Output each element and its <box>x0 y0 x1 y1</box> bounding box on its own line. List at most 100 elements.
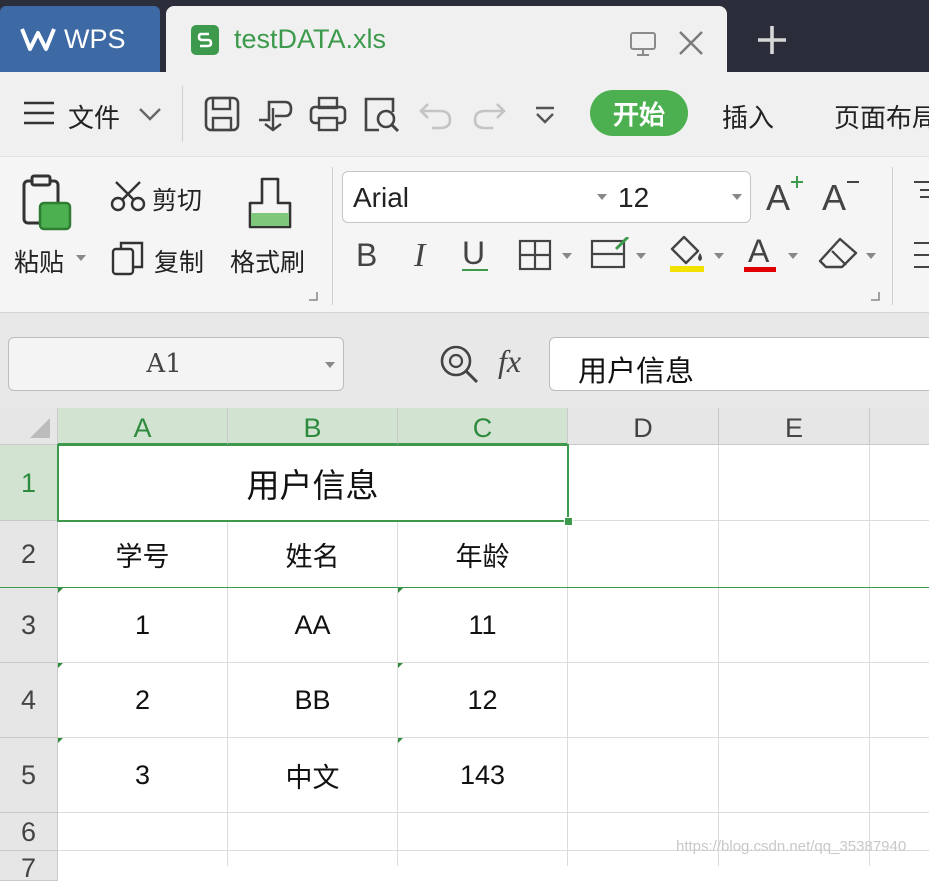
paste-dropdown-caret[interactable] <box>76 255 86 261</box>
cell-a2[interactable]: 学号 <box>58 521 228 588</box>
format-painter-icon[interactable] <box>244 175 296 231</box>
cell-d3[interactable] <box>568 588 719 663</box>
cell-e1[interactable] <box>719 445 870 521</box>
error-indicator[interactable] <box>398 738 403 743</box>
formula-input[interactable]: 用户信息 <box>549 337 929 391</box>
tab-start[interactable]: 开始 <box>590 90 688 136</box>
clipboard-launcher-icon[interactable] <box>308 291 318 301</box>
cell-c3[interactable]: 11 <box>398 588 568 663</box>
decrease-font-size-button[interactable]: A <box>822 175 862 219</box>
output-to-pdf-icon[interactable] <box>255 94 295 134</box>
error-indicator[interactable] <box>398 663 403 668</box>
merge-cells-caret[interactable] <box>636 253 646 259</box>
cell-e3[interactable] <box>719 588 870 663</box>
error-indicator[interactable] <box>58 663 63 668</box>
paste-label[interactable]: 粘贴 <box>14 243 64 279</box>
cell-d4[interactable] <box>568 663 719 738</box>
row-header-1[interactable]: 1 <box>0 445 58 521</box>
row-header-7[interactable]: 7 <box>0 851 58 883</box>
cut-label[interactable]: 剪切 <box>152 181 202 217</box>
cell-a6[interactable] <box>58 813 228 851</box>
align-top-icon[interactable] <box>912 179 929 203</box>
select-all-corner[interactable] <box>0 408 58 445</box>
column-header-c[interactable]: C <box>398 408 568 445</box>
copy-label[interactable]: 复制 <box>154 243 204 279</box>
font-size-select[interactable]: 12 <box>614 171 751 223</box>
error-indicator[interactable] <box>398 588 403 593</box>
copy-icon[interactable] <box>110 239 146 277</box>
cell-b3[interactable]: AA <box>228 588 398 663</box>
borders-caret[interactable] <box>562 253 572 259</box>
format-painter-label[interactable]: 格式刷 <box>230 243 305 279</box>
paste-icon[interactable] <box>18 173 76 233</box>
cell-a7[interactable] <box>58 851 228 866</box>
clear-format-caret[interactable] <box>866 253 876 259</box>
row-header-3[interactable]: 3 <box>0 588 58 663</box>
cell-f4[interactable] <box>870 663 929 738</box>
cell-b7[interactable] <box>228 851 398 866</box>
row-header-2[interactable]: 2 <box>0 521 58 588</box>
fill-color-caret[interactable] <box>714 253 724 259</box>
undo-icon[interactable] <box>416 94 456 134</box>
close-tab-icon[interactable] <box>676 28 706 58</box>
column-header-f[interactable] <box>870 408 929 445</box>
window-mode-icon[interactable] <box>628 30 658 58</box>
align-left-icon[interactable] <box>912 239 929 271</box>
clear-format-eraser-icon[interactable] <box>818 237 860 271</box>
merge-cells-icon[interactable] <box>590 237 630 271</box>
cell-d1[interactable] <box>568 445 719 521</box>
font-color-caret[interactable] <box>788 253 798 259</box>
fill-color-icon[interactable] <box>668 233 708 273</box>
cell-f2[interactable] <box>870 521 929 588</box>
cell-b4[interactable]: BB <box>228 663 398 738</box>
fill-handle[interactable] <box>564 517 573 526</box>
name-box[interactable]: A1 <box>8 337 344 391</box>
cell-c7[interactable] <box>398 851 568 866</box>
cell-d2[interactable] <box>568 521 719 588</box>
error-indicator[interactable] <box>58 588 63 593</box>
print-preview-icon[interactable] <box>361 94 401 134</box>
tab-insert[interactable]: 插入 <box>722 98 774 135</box>
zoom-lookup-icon[interactable] <box>438 343 480 385</box>
file-tab[interactable]: testDATA.xls <box>166 6 727 72</box>
column-header-a[interactable]: A <box>58 408 228 445</box>
cell-e5[interactable] <box>719 738 870 813</box>
font-name-select[interactable]: Arial <box>342 171 616 223</box>
name-box-caret[interactable] <box>325 362 335 368</box>
cell-f1[interactable] <box>870 445 929 521</box>
column-header-b[interactable]: B <box>228 408 398 445</box>
cell-e2[interactable] <box>719 521 870 588</box>
insert-function-fx-button[interactable]: fx <box>498 343 521 380</box>
cell-f3[interactable] <box>870 588 929 663</box>
italic-button[interactable]: I <box>414 237 425 275</box>
hamburger-menu-icon[interactable] <box>22 96 56 130</box>
column-header-e[interactable]: E <box>719 408 870 445</box>
cell-b5[interactable]: 中文 <box>228 738 398 813</box>
cell-b2[interactable]: 姓名 <box>228 521 398 588</box>
redo-icon[interactable] <box>469 94 509 134</box>
bold-button[interactable]: B <box>356 237 377 274</box>
cell-c4[interactable]: 12 <box>398 663 568 738</box>
cell-c2[interactable]: 年龄 <box>398 521 568 588</box>
cell-a5[interactable]: 3 <box>58 738 228 813</box>
font-color-button[interactable]: A <box>744 233 780 273</box>
print-icon[interactable] <box>308 94 348 134</box>
cut-icon[interactable] <box>110 179 146 213</box>
row-header-6[interactable]: 6 <box>0 813 58 851</box>
save-icon[interactable] <box>202 94 242 134</box>
font-name-caret[interactable] <box>597 194 607 200</box>
more-options-icon[interactable] <box>528 94 562 134</box>
tab-page-layout[interactable]: 页面布局 <box>834 98 929 135</box>
cell-f5[interactable] <box>870 738 929 813</box>
cell-c6[interactable] <box>398 813 568 851</box>
error-indicator[interactable] <box>58 738 63 743</box>
borders-icon[interactable] <box>518 239 552 271</box>
cell-c5[interactable]: 143 <box>398 738 568 813</box>
file-menu[interactable]: 文件 <box>68 98 120 135</box>
cell-e4[interactable] <box>719 663 870 738</box>
row-header-4[interactable]: 4 <box>0 663 58 738</box>
increase-font-size-button[interactable]: A <box>766 175 806 219</box>
chevron-down-icon[interactable] <box>136 102 164 126</box>
cell-b6[interactable] <box>228 813 398 851</box>
cell-a3[interactable]: 1 <box>58 588 228 663</box>
